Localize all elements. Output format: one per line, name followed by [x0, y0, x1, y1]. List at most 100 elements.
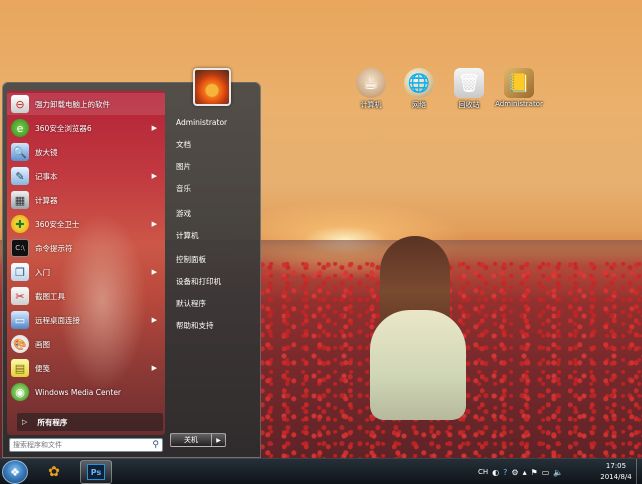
right-item-help-support[interactable]: 帮助和支持	[173, 316, 259, 334]
program-item-360-security[interactable]: ✚ 360安全卫士 ▶	[7, 213, 165, 235]
program-label: 强力卸载电脑上的软件	[35, 99, 110, 109]
start-search-input[interactable]	[10, 439, 140, 451]
user-account-picture[interactable]	[193, 68, 231, 106]
search-icon[interactable]: ⚲	[152, 440, 159, 450]
shutdown-options-arrow-icon[interactable]: ▶	[212, 433, 226, 447]
desktop-icon-administrator[interactable]: 📒 Administrator	[494, 68, 544, 108]
security-360-icon: ✚	[11, 215, 29, 233]
program-item-getting-started[interactable]: ❐ 入门 ▶	[7, 261, 165, 283]
right-item-label: 默认程序	[176, 298, 206, 308]
program-item-notepad[interactable]: ✎ 记事本 ▶	[7, 165, 165, 187]
clock[interactable]: 17:05 2014/8/4	[596, 461, 636, 483]
program-item-snipping-tool[interactable]: ✂ 截图工具	[7, 285, 165, 307]
shutdown-button[interactable]: 关机	[170, 433, 212, 447]
desktop-icon-label: 网络	[412, 101, 426, 109]
program-label: 记事本	[35, 171, 58, 181]
right-item-pictures[interactable]: 图片	[173, 157, 259, 175]
right-item-games[interactable]: 游戏	[173, 204, 259, 222]
action-center-flag-icon[interactable]: ⚑	[531, 468, 538, 477]
help-icon[interactable]: ?	[503, 468, 507, 477]
desktop-icon-label: 回收站	[458, 101, 480, 109]
right-item-label: 设备和打印机	[176, 276, 221, 286]
start-button[interactable]: ❖	[2, 460, 28, 484]
right-item-label: 文档	[176, 139, 191, 149]
submenu-arrow-icon: ▶	[151, 172, 157, 180]
start-menu-programs-pane: ⊖ 强力卸载电脑上的软件 e 360安全浏览器6 ▶ 🔍 放大镜 ✎ 记事本 ▶…	[7, 91, 165, 435]
program-item-uninstall[interactable]: ⊖ 强力卸载电脑上的软件	[7, 93, 165, 115]
right-item-label: 音乐	[176, 183, 191, 193]
submenu-arrow-icon: ▶	[151, 316, 157, 324]
desktop-icon-label: 计算机	[360, 101, 382, 109]
program-label: 计算器	[35, 195, 58, 205]
media-player-icon: ✿	[48, 464, 60, 480]
right-item-control-panel[interactable]: 控制面板	[173, 250, 259, 268]
keyboard-icon[interactable]: ◐	[492, 468, 499, 477]
program-item-magnifier[interactable]: 🔍 放大镜	[7, 141, 165, 163]
media-player-taskbar[interactable]: ✿	[38, 460, 70, 484]
program-item-sticky-notes[interactable]: ▤ 便笺 ▶	[7, 357, 165, 379]
right-item-label: 游戏	[176, 208, 191, 218]
right-item-administrator[interactable]: Administrator	[173, 113, 259, 131]
network-tray-icon[interactable]: ▭	[542, 468, 550, 477]
language-indicator[interactable]: CH	[478, 468, 488, 476]
media-center-icon: ◉	[11, 383, 29, 401]
computer-icon: ☕	[356, 68, 386, 98]
program-label: 360安全浏览器6	[35, 123, 92, 133]
right-item-devices-printers[interactable]: 设备和打印机	[173, 272, 259, 290]
program-label: 放大镜	[35, 147, 58, 157]
all-programs-button[interactable]: ▷ 所有程序	[17, 413, 163, 431]
windows-logo-icon: ❖	[10, 465, 20, 479]
program-item-calculator[interactable]: ▦ 计算器	[7, 189, 165, 211]
program-item-media-center[interactable]: ◉ Windows Media Center	[7, 381, 165, 403]
program-label: 画图	[35, 339, 50, 349]
desktop-icon-network[interactable]: 🌐 网络	[394, 68, 444, 110]
show-desktop-button[interactable]	[636, 459, 642, 484]
notepad-icon: ✎	[11, 167, 29, 185]
volume-icon[interactable]: 🔈	[553, 468, 563, 477]
submenu-arrow-icon: ▶	[151, 364, 157, 372]
magnifier-icon: 🔍	[11, 143, 29, 161]
taskbar: ❖ ✿ Ps CH ◐ ? ⚙ ▴ ⚑ ▭ 🔈 17:05 2014/8/4	[0, 458, 642, 484]
right-item-label: 帮助和支持	[176, 320, 214, 330]
program-item-remote-desktop[interactable]: ▭ 远程桌面连接 ▶	[7, 309, 165, 331]
start-search-box[interactable]: ⚲	[9, 438, 163, 452]
submenu-arrow-icon: ▶	[151, 220, 157, 228]
program-label: 360安全卫士	[35, 219, 80, 229]
paint-icon: 🎨	[11, 335, 29, 353]
wallpaper-girl-dress	[370, 310, 466, 420]
start-menu: ⊖ 强力卸载电脑上的软件 e 360安全浏览器6 ▶ 🔍 放大镜 ✎ 记事本 ▶…	[2, 82, 261, 458]
user-folder-icon: 📒	[504, 68, 534, 98]
submenu-arrow-icon: ▶	[151, 268, 157, 276]
program-label: 命令提示符	[35, 243, 73, 253]
right-item-label: 计算机	[176, 230, 199, 240]
program-item-cmd[interactable]: C:\ 命令提示符	[7, 237, 165, 259]
desktop-icon-computer[interactable]: ☕ 计算机	[346, 68, 396, 110]
right-item-documents[interactable]: 文档	[173, 135, 259, 153]
photoshop-taskbar[interactable]: Ps	[80, 460, 112, 484]
right-item-computer[interactable]: 计算机	[173, 226, 259, 244]
all-programs-label: 所有程序	[37, 417, 68, 427]
calculator-icon: ▦	[11, 191, 29, 209]
right-item-default-programs[interactable]: 默认程序	[173, 294, 259, 312]
program-label: 截图工具	[35, 291, 65, 301]
network-icon: 🌐	[404, 68, 434, 98]
photoshop-icon: Ps	[87, 464, 105, 480]
program-item-paint[interactable]: 🎨 画图	[7, 333, 165, 355]
right-item-music[interactable]: 音乐	[173, 179, 259, 197]
right-item-label: 图片	[176, 161, 191, 171]
shutdown-control: 关机 ▶	[170, 433, 226, 447]
right-item-label: 控制面板	[176, 254, 206, 264]
program-item-360-browser[interactable]: e 360安全浏览器6 ▶	[7, 117, 165, 139]
right-item-label: Administrator	[176, 117, 228, 127]
tray-expand-icon[interactable]: ▴	[523, 468, 527, 477]
shutdown-label: 关机	[184, 436, 198, 444]
browser-360-icon: e	[11, 119, 29, 137]
submenu-arrow-icon: ▶	[151, 124, 157, 132]
clock-date: 2014/8/4	[600, 473, 632, 481]
settings-icon[interactable]: ⚙	[511, 468, 518, 477]
sticky-notes-icon: ▤	[11, 359, 29, 377]
remote-desktop-icon: ▭	[11, 311, 29, 329]
desktop-icon-label: Administrator	[495, 100, 543, 108]
desktop-icon-recycle-bin[interactable]: 🗑 回收站	[444, 68, 494, 110]
snipping-tool-icon: ✂	[11, 287, 29, 305]
